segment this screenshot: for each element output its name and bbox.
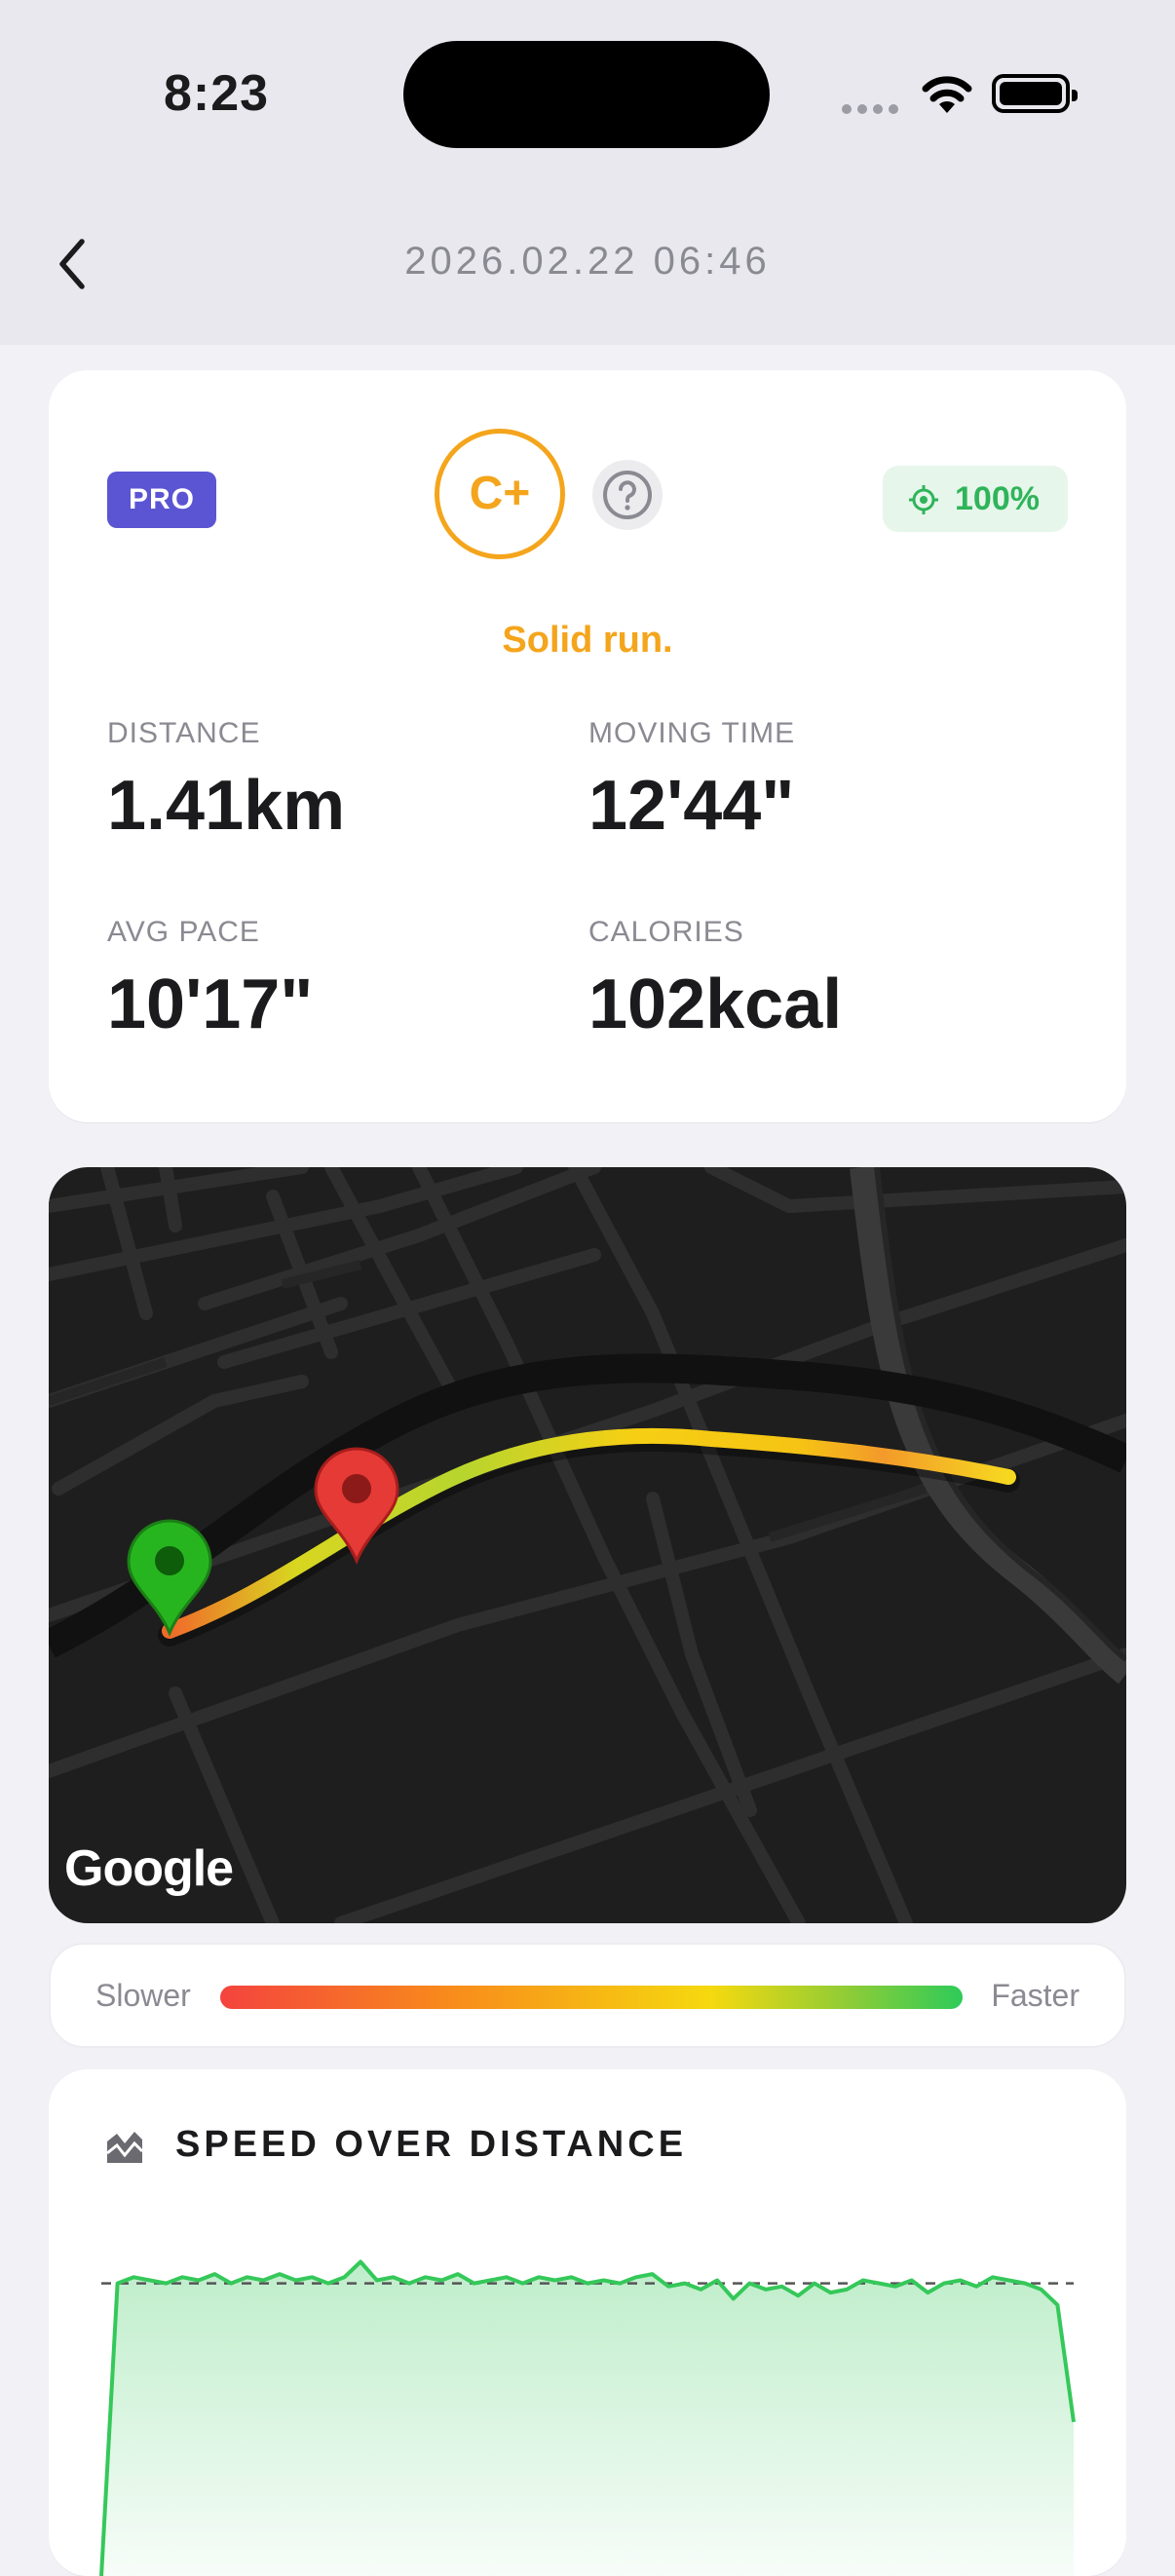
status-time: 8:23: [164, 64, 269, 123]
stat-avg-pace: AVG PACE 10'17": [107, 916, 313, 1044]
dynamic-island: [403, 41, 770, 148]
run-tagline: Solid run.: [49, 620, 1126, 662]
area-chart-icon: [103, 2124, 146, 2167]
stat-label: CALORIES: [588, 916, 842, 949]
stat-moving-time: MOVING TIME 12'44": [588, 717, 795, 846]
stat-value: 12'44": [588, 766, 795, 846]
stat-label: DISTANCE: [107, 717, 345, 750]
stat-value: 102kcal: [588, 965, 842, 1044]
navigation-bar: 2026.02.22 06:46: [0, 195, 1175, 345]
speed-over-distance-card: SPEED OVER DISTANCE: [49, 2069, 1126, 2576]
battery-icon: [992, 74, 1070, 113]
run-summary-card: PRO C+ 100% Solid run. DISTANCE 1.41km M…: [49, 370, 1126, 1122]
stat-value: 10'17": [107, 965, 313, 1044]
status-bar: 8:23: [0, 0, 1175, 195]
wifi-icon: [920, 74, 974, 115]
google-logo: Google: [64, 1839, 233, 1898]
map-canvas: [49, 1167, 1126, 1923]
legend-faster-label: Faster: [991, 1978, 1080, 2014]
legend-slower-label: Slower: [95, 1978, 191, 2014]
legend-gradient-bar: [220, 1986, 963, 2009]
stat-value: 1.41km: [107, 766, 345, 846]
pace-color-legend: Slower Faster: [49, 1943, 1126, 2048]
question-circle-icon: [592, 460, 663, 530]
stat-label: MOVING TIME: [588, 717, 795, 750]
gps-target-icon: [908, 484, 939, 515]
stat-calories: CALORIES 102kcal: [588, 916, 842, 1044]
run-datetime-title: 2026.02.22 06:46: [0, 240, 1175, 284]
route-map[interactable]: Google: [49, 1167, 1126, 1923]
run-grade-badge: C+: [435, 429, 565, 559]
cellular-signal-icon: [842, 101, 904, 119]
speed-chart: [49, 2214, 1126, 2576]
speed-chart-title: SPEED OVER DISTANCE: [175, 2124, 687, 2166]
stat-distance: DISTANCE 1.41km: [107, 717, 345, 846]
pro-badge: PRO: [107, 472, 216, 528]
gps-accuracy-value: 100%: [955, 466, 1040, 532]
stat-label: AVG PACE: [107, 916, 313, 949]
gps-accuracy-badge: 100%: [883, 466, 1068, 532]
grade-help-button[interactable]: [592, 460, 663, 530]
speed-area-fill: [101, 2262, 1074, 2576]
